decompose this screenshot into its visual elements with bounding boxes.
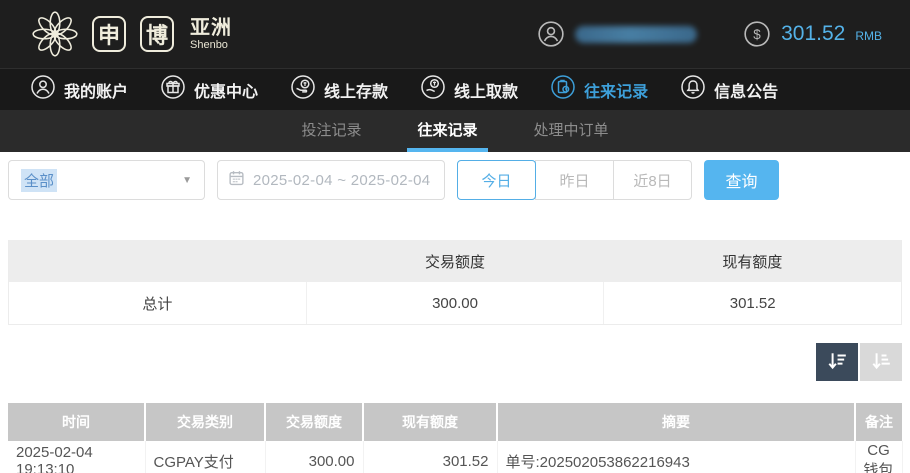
deposit-icon xyxy=(290,74,316,105)
tab-bet-records[interactable]: 投注记录 xyxy=(291,110,371,152)
record-type: CGPAY支付 xyxy=(145,441,266,473)
records-header-type: 交易类别 xyxy=(145,403,266,441)
filter-row: 全部 ▼ 2025-02-04 ~ 2025-02-04 今日 昨日 近8日 查 xyxy=(8,160,902,200)
main-nav: 我的账户 优惠中心 线上存款 线上取款 往来记录 信息公告 xyxy=(0,68,910,110)
query-button[interactable]: 查询 xyxy=(704,160,779,200)
nav-item-my-account[interactable]: 我的账户 xyxy=(30,74,128,105)
records-table: 时间 交易类别 交易额度 现有额度 摘要 备注 2025-02-04 19:13… xyxy=(8,403,903,473)
nav-label: 优惠中心 xyxy=(194,83,259,101)
user-account[interactable] xyxy=(537,20,698,48)
user-icon xyxy=(537,20,565,48)
quick-date-group: 今日 昨日 近8日 xyxy=(457,160,692,200)
logo-region-cn: 亚洲 xyxy=(190,16,232,39)
today-button[interactable]: 今日 xyxy=(457,160,536,200)
records-header-balance: 现有额度 xyxy=(363,403,498,441)
table-row: 2025-02-04 19:13:10 CGPAY支付 300.00 301.5… xyxy=(8,441,903,473)
user-icon xyxy=(30,74,56,105)
gift-icon xyxy=(160,74,186,105)
bell-icon xyxy=(680,74,706,105)
flower-logo-icon xyxy=(32,11,78,57)
sort-controls xyxy=(8,343,902,381)
chevron-down-icon: ▼ xyxy=(182,174,192,186)
nav-label: 信息公告 xyxy=(714,83,779,101)
sort-ascending-icon xyxy=(870,350,892,375)
top-header: 申 博 亚洲 Shenbo $ 301.52 RMB xyxy=(0,0,910,68)
summary-total-row: 总计 300.00 301.52 xyxy=(9,282,901,324)
tab-transaction-records[interactable]: 往来记录 xyxy=(407,110,488,152)
records-header-time: 时间 xyxy=(8,403,146,441)
summary-table: 交易额度 现有额度 总计 300.00 301.52 xyxy=(8,240,902,325)
record-remark: CG钱包 xyxy=(855,441,903,473)
record-amount: 300.00 xyxy=(265,441,364,473)
date-range-input[interactable]: 2025-02-04 ~ 2025-02-04 xyxy=(217,160,445,200)
records-header-amount: 交易额度 xyxy=(265,403,364,441)
username-redacted xyxy=(575,25,698,43)
summary-header-empty xyxy=(9,240,306,282)
calendar-icon xyxy=(228,169,245,191)
balance-amount: 301.52 xyxy=(781,22,846,45)
tab-processing-orders[interactable]: 处理中订单 xyxy=(524,110,619,152)
transaction-records-page: 申 博 亚洲 Shenbo $ 301.52 RMB 我的账户 优惠中心 线上存… xyxy=(0,0,910,473)
records-header-summary: 摘要 xyxy=(497,403,856,441)
logo-region-en: Shenbo xyxy=(190,38,228,51)
brand-logo[interactable]: 申 博 亚洲 Shenbo xyxy=(28,7,232,61)
yesterday-button[interactable]: 昨日 xyxy=(535,160,614,200)
record-balance: 301.52 xyxy=(363,441,498,473)
nav-item-promotions[interactable]: 优惠中心 xyxy=(160,74,258,105)
balance-display[interactable]: $ 301.52 RMB xyxy=(743,20,882,48)
nav-label: 线上取款 xyxy=(454,83,519,101)
svg-text:$: $ xyxy=(753,27,761,42)
content-area: 全部 ▼ 2025-02-04 ~ 2025-02-04 今日 昨日 近8日 查 xyxy=(0,152,910,473)
summary-header-row: 交易额度 现有额度 xyxy=(9,240,901,282)
type-select-value: 全部 xyxy=(21,168,58,192)
dollar-icon: $ xyxy=(743,20,771,48)
record-time: 2025-02-04 19:13:10 xyxy=(8,441,146,473)
nav-label: 往来记录 xyxy=(584,83,649,101)
sort-descending-icon xyxy=(826,350,848,375)
type-select[interactable]: 全部 ▼ xyxy=(8,160,205,200)
nav-label: 我的账户 xyxy=(64,83,129,101)
summary-total-label: 总计 xyxy=(9,282,307,324)
summary-transaction-amount: 300.00 xyxy=(307,282,605,324)
summary-header-transaction-amount: 交易额度 xyxy=(424,253,485,271)
nav-item-transaction-records[interactable]: 往来记录 xyxy=(550,74,648,105)
records-header-row: 时间 交易类别 交易额度 现有额度 摘要 备注 xyxy=(8,403,902,441)
nav-item-withdraw[interactable]: 线上取款 xyxy=(420,74,518,105)
withdraw-icon xyxy=(420,74,446,105)
record-summary: 单号:202502053862216943 xyxy=(497,441,856,473)
records-icon xyxy=(550,74,576,105)
logo-char-2: 博 xyxy=(140,16,174,52)
date-range-value: 2025-02-04 ~ 2025-02-04 xyxy=(253,171,431,189)
sort-ascending-button[interactable] xyxy=(860,343,902,381)
sort-descending-button[interactable] xyxy=(816,343,858,381)
balance-currency: RMB xyxy=(855,29,882,43)
sub-nav: 投注记录 往来记录 处理中订单 xyxy=(0,110,910,152)
nav-item-announcements[interactable]: 信息公告 xyxy=(680,74,778,105)
nav-item-deposit[interactable]: 线上存款 xyxy=(290,74,388,105)
summary-current-balance: 301.52 xyxy=(729,294,776,312)
records-header-remark: 备注 xyxy=(855,403,902,441)
last-8-days-button[interactable]: 近8日 xyxy=(613,160,692,200)
nav-label: 线上存款 xyxy=(324,83,389,101)
logo-char-1: 申 xyxy=(92,16,126,52)
logo-region: 亚洲 Shenbo xyxy=(190,18,232,51)
summary-header-current-balance: 现有额度 xyxy=(722,253,783,271)
